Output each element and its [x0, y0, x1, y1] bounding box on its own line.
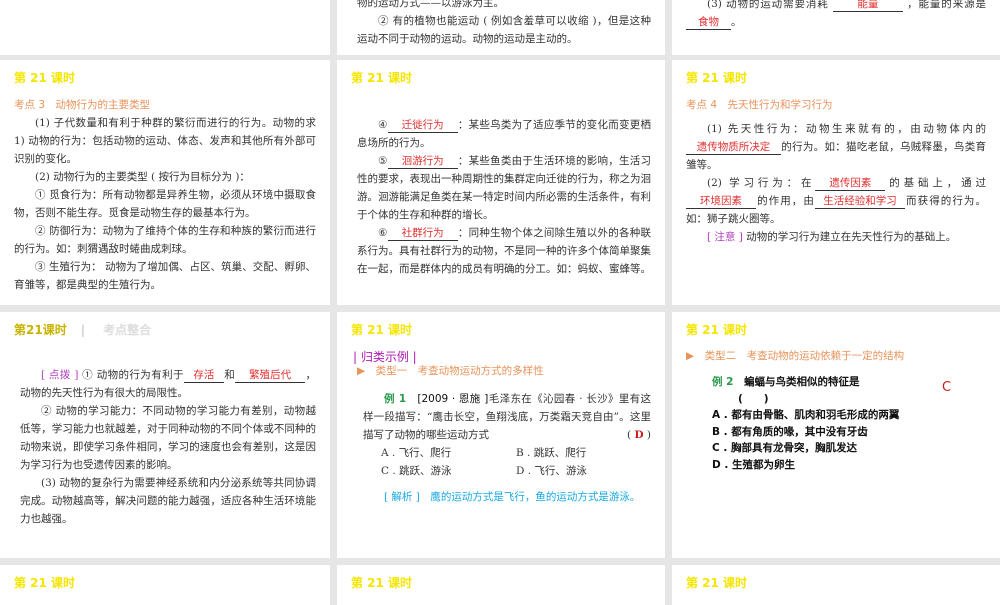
slide-bottom-right[interactable]: 第 21 课时	[672, 565, 1000, 605]
text-line: ② 有的植物也能运动 ( 例如含羞草可以收缩 )，但是这种运动不同于动物的运动。…	[357, 15, 651, 45]
option: B . 都有角质的喙，其中没有牙齿	[712, 425, 868, 438]
question: 例 1 [2009 · 恩施 ]毛泽东在《沁园春 · 长沙》里有这样一段描写：“…	[363, 393, 652, 441]
slide-header: 第 21 课时	[14, 71, 76, 85]
slide-example-2[interactable]: 第 21 课时 ▶ 类型二 考查动物的运动依赖于一定的结构 C 例 2 蝙蝠与鸟…	[672, 312, 1000, 558]
slide-header: 第 21 课时	[351, 576, 413, 590]
option: D . 飞行、游泳	[516, 465, 587, 477]
option: C . 胸部具有龙骨突，胸肌发达	[712, 442, 858, 454]
kaodian-title: 考点 4 先天性行为和学习行为	[686, 99, 833, 111]
slide-innate-learned[interactable]: 第 21 课时 考点 4 先天性行为和学习行为 ​(1) 先天性行为：动物生来就…	[672, 60, 1000, 305]
paragraph: ① 觅食行为：所有动物都是异养生物，必须从环境中摄取食物，否则不能生存。觅食是动…	[14, 189, 316, 219]
slide-header: 第 21 课时	[686, 323, 748, 337]
answer: D	[634, 429, 644, 441]
slide-behavior-types[interactable]: 第 21 课时 考点 3 动物行为的主要类型 (1) 子代数量和有利于种群的繁衍…	[0, 60, 330, 305]
slide-bottom-left[interactable]: 第 21 课时	[0, 565, 330, 605]
option: A . 飞行、爬行	[381, 447, 452, 459]
paragraph: (3) 动物的复杂行为需要神经系统和内分泌系统等共同协调完成。动物越高等，解决问…	[20, 477, 316, 525]
section-title: | 归类示例 |	[353, 350, 417, 364]
slide-header: 第 21 课时	[351, 71, 413, 85]
slide-header: 第 21 课时	[14, 576, 76, 590]
paragraph: (2) 学习行为：在 遗传因素 的基础上，通过环境因素 的作用，由 生活经验和学习 而获得…	[686, 176, 987, 225]
slide-top-left[interactable]	[0, 0, 330, 55]
answer-blank: 社群行为	[387, 226, 458, 241]
answer-blank: 遗传因素	[815, 176, 886, 191]
paragraph: ⑥ 社群行为 ：同种生物个体之间除生殖以外的各种联系行为。具有社群行为的动物，不是同…	[357, 226, 651, 275]
slide-header: 第 21 课时	[686, 576, 748, 590]
answer-blank: 繁殖后代	[235, 368, 306, 383]
option: B . 跳跃、爬行	[516, 447, 587, 459]
paragraph: ② 防御行为：动物为了维持个体的生存和种族的繁衍而进行的行为。如：刺猬遇敌时蜷曲…	[14, 225, 316, 255]
slide-example-1[interactable]: 第 21 课时 | 归类示例 | ▶ 类型一 考查动物运动方式的多样性 例 1 …	[337, 312, 665, 558]
answer-blank: 遗传物质所决定	[686, 140, 781, 155]
option: D . 生殖都为卵生	[712, 458, 796, 471]
paragraph: ② 动物的学习能力：不同动物的学习能力有差别，动物越低等，学习能力也就越差，对于…	[20, 405, 316, 471]
paragraph: [ 点拨 ] ① 动物的行为有利于 存活和繁殖后代 ，动物的先天性行为有很大的局限性…	[20, 368, 317, 399]
slide-behavior-types-cont[interactable]: 第 21 课时 ④ 迁徙行为 ：某些鸟类为了适应季节的变化而变更栖息场所的行为。 ⑤…	[337, 60, 665, 305]
answer-blank: 食物	[686, 15, 731, 30]
paragraph: ​(1) 先天性行为：动物生来就有的，由动物体内的遗传物质所决定的行为。如：猫吃…	[686, 123, 986, 171]
answer-blank: 迁徙行为	[387, 118, 458, 133]
slide-bottom-middle[interactable]: 第 21 课时	[337, 565, 665, 605]
type-title: ▶ 类型二 考查动物的运动依赖于一定的结构	[686, 350, 905, 362]
type-title: ▶ 类型一 考查动物运动方式的多样性	[357, 365, 544, 377]
analysis: [ 解析 ] 鹰的运动方式是飞行，鱼的运动方式是游泳。	[384, 491, 641, 503]
slide-header: 第 21 课时	[351, 323, 413, 337]
slide-tips[interactable]: 第21课时 | 考点整合 [ 点拨 ] ① 动物的行为有利于 存活和繁殖后代 ，动物的先…	[0, 312, 330, 558]
text-line: 物的运动方式——以游泳为主。	[357, 0, 504, 9]
option: A . 都有由骨骼、肌肉和羽毛形成的两翼	[712, 409, 900, 421]
slide-top-right[interactable]: (3) 动物的运动需要消耗 能量 ，能量的来源是 食物。	[672, 0, 1000, 55]
slide-header: 第 21 课时	[686, 71, 748, 85]
paragraph: ③ 生殖行为： 动物为了增加偶、占区、筑巢、交配、孵卵、育雏等，都是典型的生殖行…	[14, 261, 316, 291]
answer-blank: 存活	[183, 368, 224, 383]
answer-blank: 生活经验和学习	[814, 194, 905, 209]
answer-blank: 环境因素	[686, 194, 756, 209]
slide-top-middle[interactable]: 物的运动方式——以游泳为主。 ② 有的植物也能运动 ( 例如含羞草可以收缩 )，…	[337, 0, 665, 55]
answer-paren: ( )	[738, 392, 769, 405]
options-row: C . 跳跃、游泳 D . 飞行、游泳	[363, 462, 651, 480]
paragraph: ④ 迁徙行为 ：某些鸟类为了适应季节的变化而变更栖息场所的行为。	[357, 118, 651, 149]
note: [ 注意 ] 动物的学习行为建立在先天性行为的基础上。	[707, 231, 957, 243]
paragraph: ⑤ 洄游行为 ：某些鱼类由于生活环境的影响，生活习性的要求，表现出一种周期性的集群定…	[357, 154, 651, 221]
answer-blank: 能量	[832, 0, 903, 12]
options-row: A . 飞行、爬行 B . 跳跃、爬行	[363, 444, 651, 462]
kaodian-title: 考点 3 动物行为的主要类型	[14, 99, 151, 111]
slide-header: 第21课时 | 考点整合	[14, 323, 152, 337]
energy-line: (3) 动物的运动需要消耗 能量 ，能量的来源是 食物。	[686, 0, 986, 31]
question: 例 2 蝙蝠与鸟类相似的特征是	[712, 376, 860, 388]
answer-blank: 洄游行为	[387, 154, 458, 169]
paragraph: (2) 动物行为的主要类型 ( 按行为目标分为 )：	[35, 171, 250, 183]
option: C . 跳跃、游泳	[381, 465, 452, 477]
paragraph: (1) 子代数量和有利于种群的繁衍而进行的行为。动物的求 1) 动物的行为：包括…	[14, 117, 316, 165]
